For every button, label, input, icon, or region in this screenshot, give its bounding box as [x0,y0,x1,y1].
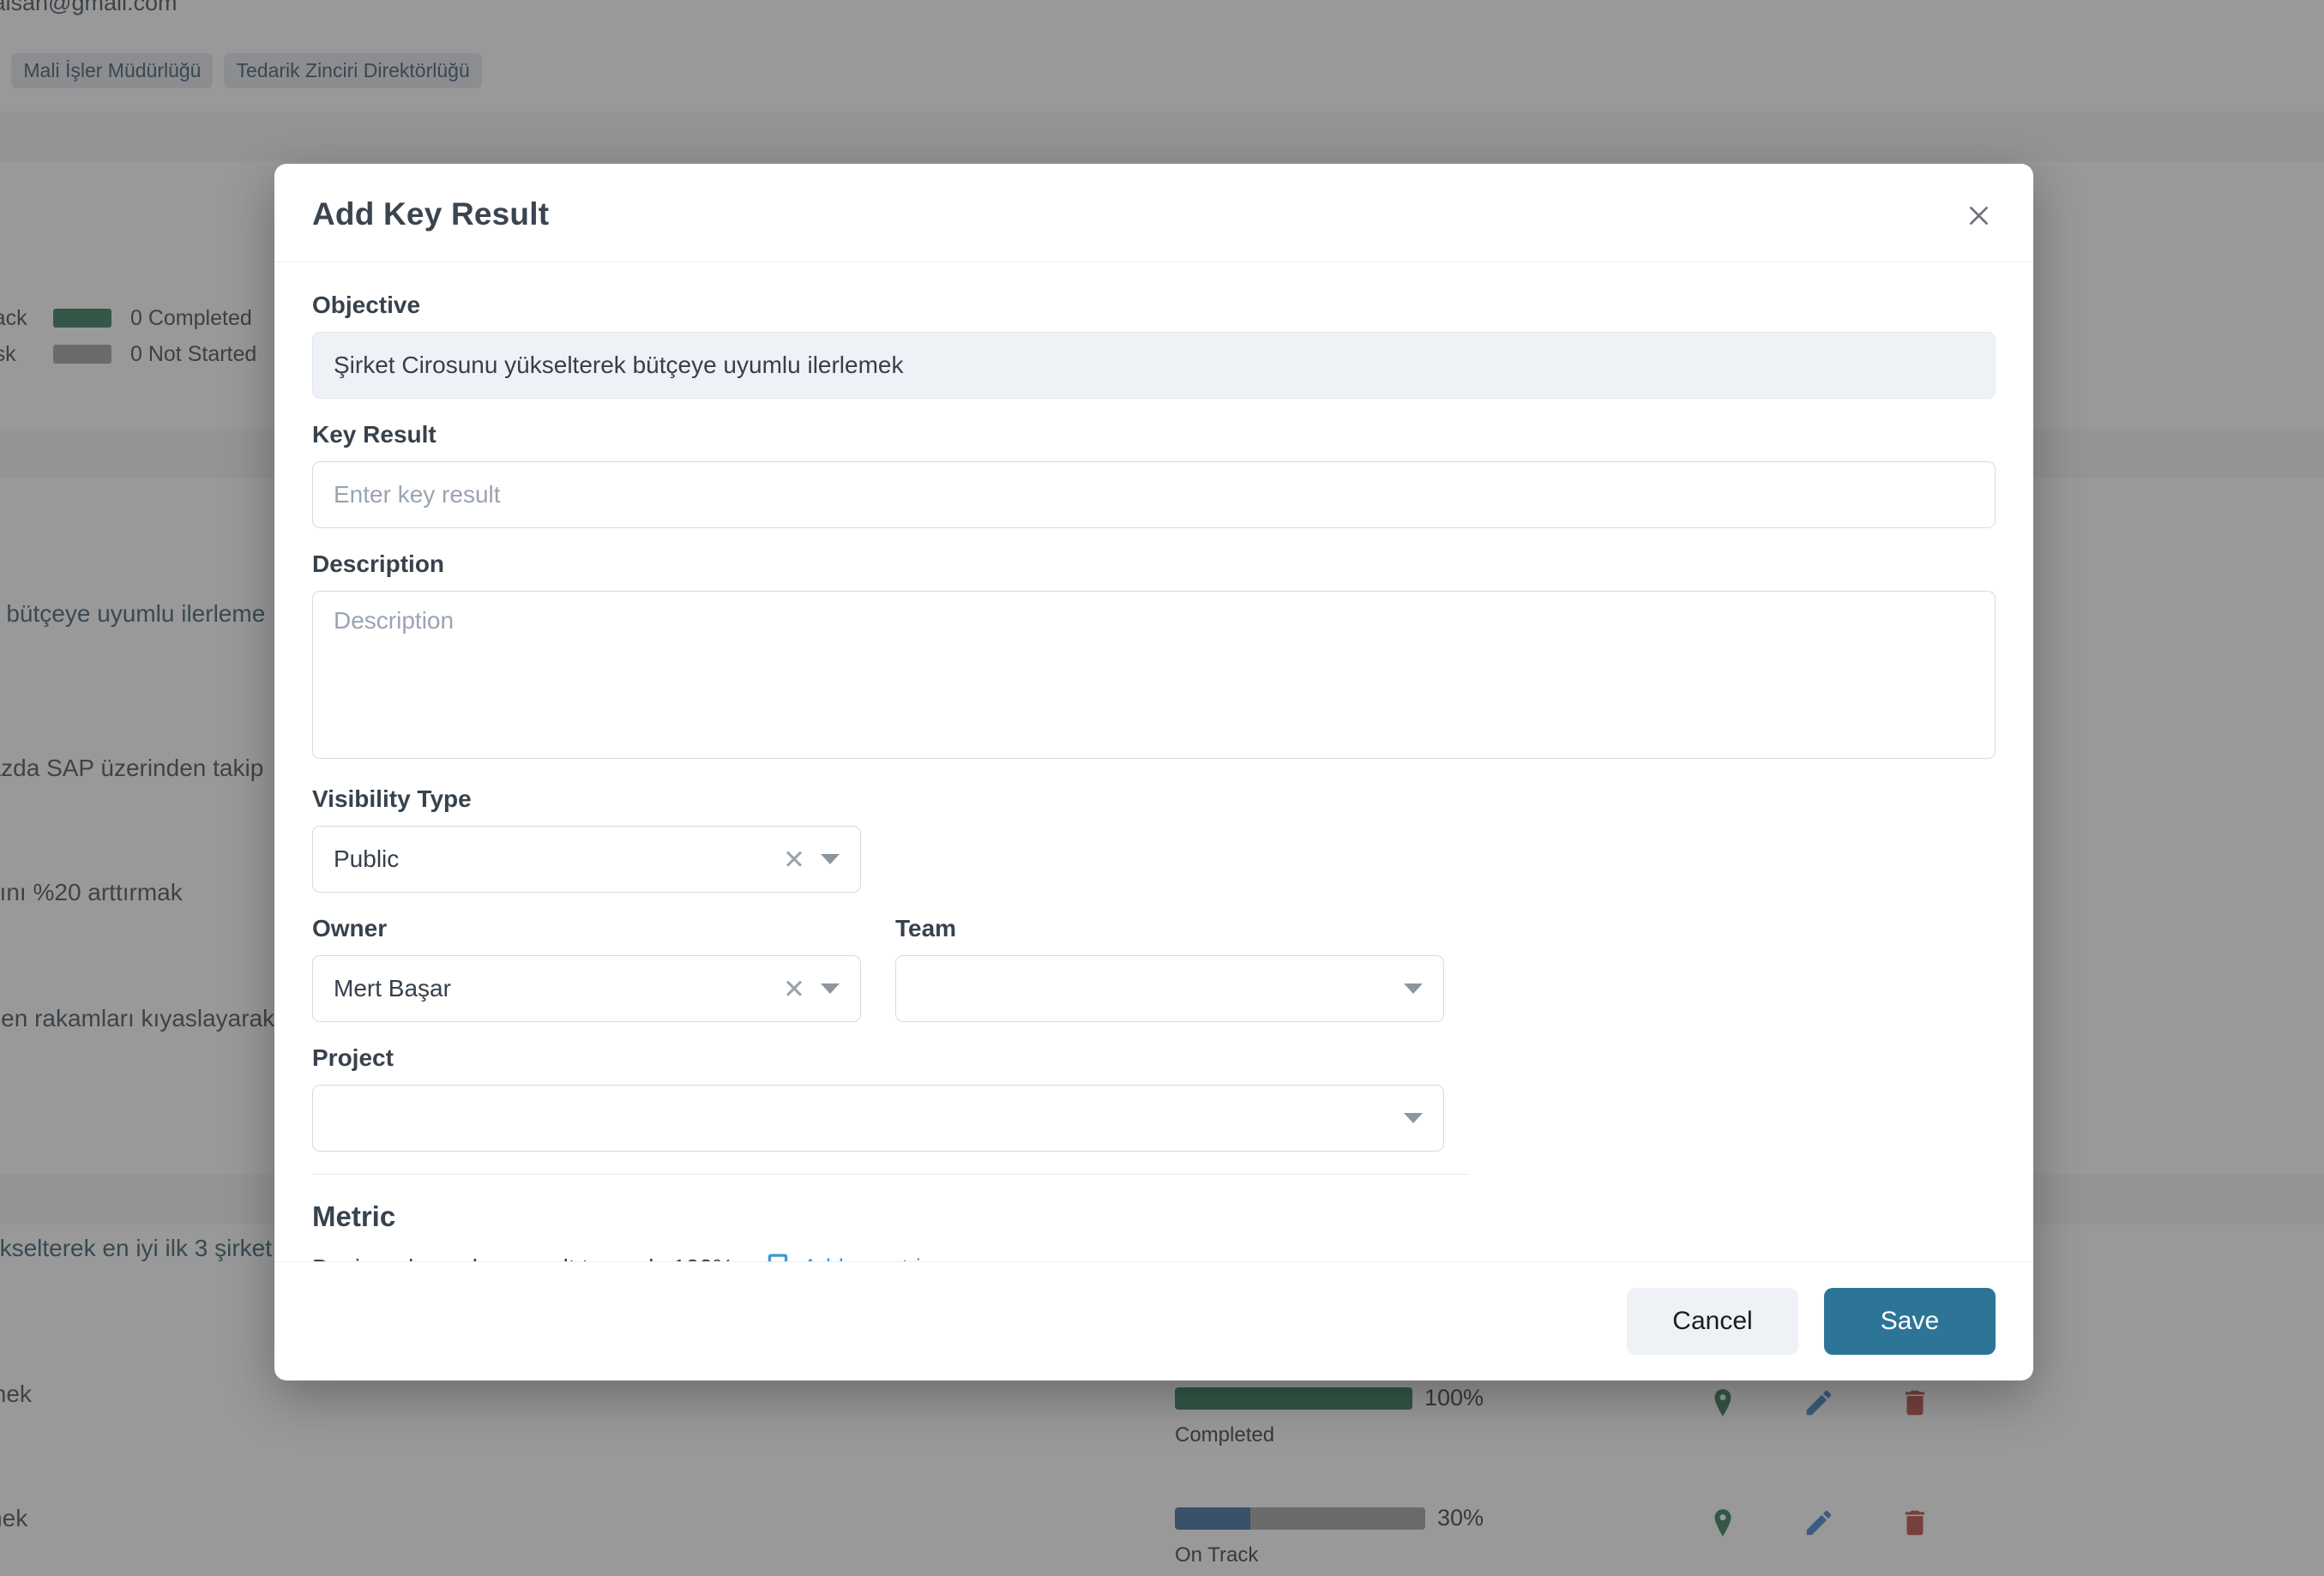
chevron-down-icon[interactable] [821,983,840,994]
chevron-down-icon[interactable] [1404,1113,1423,1123]
objective-value: Şirket Cirosunu yükselterek bütçeye uyum… [312,332,1996,399]
clear-icon[interactable]: ✕ [780,974,809,1003]
add-key-result-dialog: Add Key Result Objective Şirket Cirosunu… [274,164,2033,1381]
objective-field-group: Objective Şirket Cirosunu yükselterek bü… [312,292,1996,399]
key-result-input[interactable] [312,461,1996,528]
description-field-group: Description [312,550,1996,763]
metric-divider [312,1174,1470,1175]
owner-value: Mert Başar [334,975,780,1002]
visibility-type-field-group: Visibility Type Public ✕ [312,785,1996,893]
owner-select[interactable]: Mert Başar ✕ [312,955,861,1022]
key-result-field-group: Key Result [312,421,1996,528]
team-select[interactable] [895,955,1444,1022]
project-select[interactable] [312,1085,1444,1152]
calculator-icon [765,1252,791,1261]
clear-icon[interactable]: ✕ [780,845,809,874]
visibility-type-label: Visibility Type [312,785,1996,813]
chevron-down-icon[interactable] [821,854,840,864]
metric-title: Metric [312,1200,1996,1233]
chevron-down-icon[interactable] [1404,983,1423,994]
project-field-group: Project [312,1044,1996,1152]
visibility-type-select[interactable]: Public ✕ [312,826,861,893]
team-field-group: Team [895,915,1444,1022]
owner-field-group: Owner Mert Başar ✕ [312,915,861,1022]
visibility-type-value: Public [334,845,780,873]
dialog-body: Objective Şirket Cirosunu yükselterek bü… [274,262,2033,1261]
owner-label: Owner [312,915,861,942]
team-label: Team [895,915,1444,942]
cancel-button[interactable]: Cancel [1627,1288,1798,1355]
metric-section: Metric Designed as a key result towards … [312,1200,1996,1261]
dialog-header: Add Key Result [274,164,2033,262]
objective-label: Objective [312,292,1996,319]
description-label: Description [312,550,1996,578]
add-metric-label: Add a metric [803,1254,933,1261]
description-textarea[interactable] [312,591,1996,759]
project-label: Project [312,1044,1996,1072]
key-result-label: Key Result [312,421,1996,448]
metric-line: Designed as a key result towards 100% [312,1252,1996,1261]
save-button[interactable]: Save [1824,1288,1996,1355]
dialog-footer: Cancel Save [274,1261,2033,1381]
metric-description: Designed as a key result towards 100% [312,1254,734,1262]
owner-team-row: Owner Mert Başar ✕ Team [312,915,1996,1022]
add-metric-link[interactable]: Add a metric [765,1252,933,1261]
close-icon[interactable] [1956,193,2001,238]
dialog-title: Add Key Result [312,196,1996,232]
